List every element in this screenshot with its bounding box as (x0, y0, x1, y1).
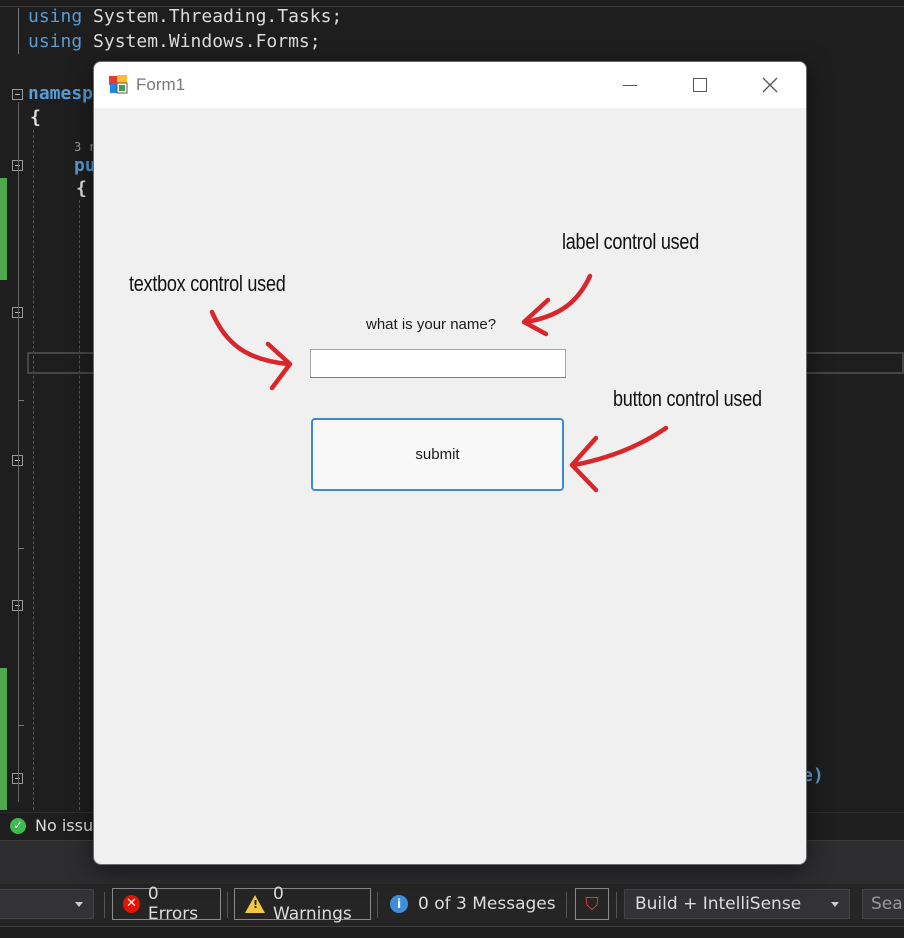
textbox-annotation: textbox control used (129, 271, 286, 296)
label-arrow-shaft (523, 273, 593, 325)
textbox-arrow-head (265, 341, 293, 391)
textbox-arrow-shaft (209, 309, 291, 367)
label-annotation: label control used (562, 229, 699, 254)
button-annotation: button control used (613, 386, 762, 411)
annotation-arrows (209, 273, 669, 493)
